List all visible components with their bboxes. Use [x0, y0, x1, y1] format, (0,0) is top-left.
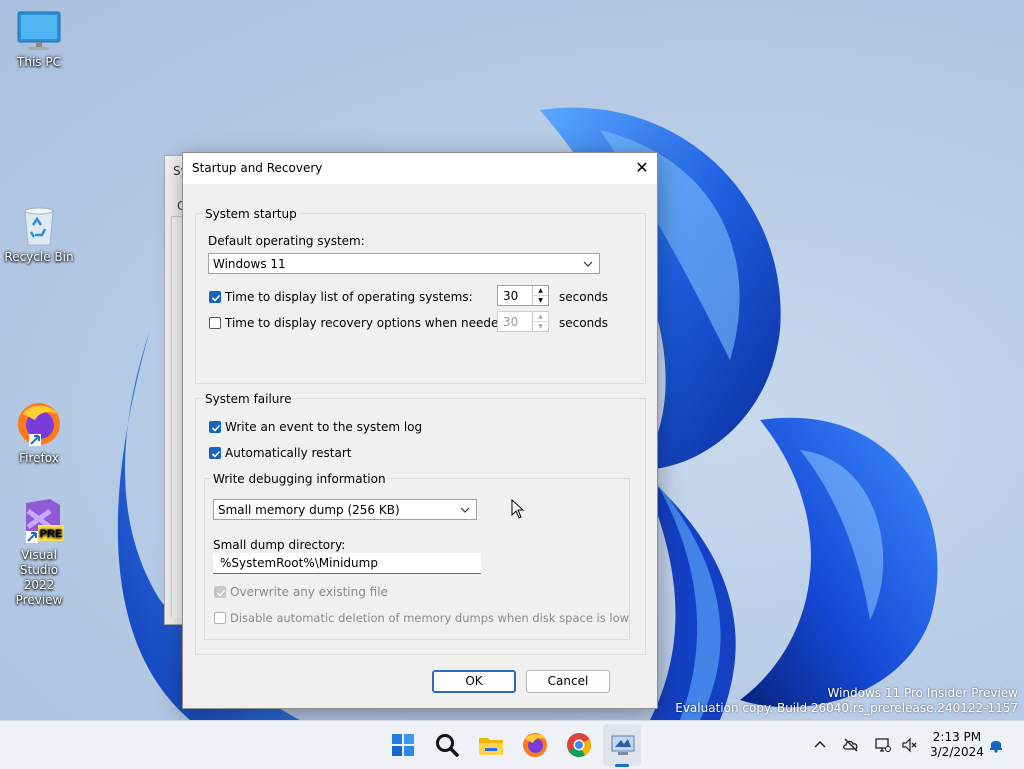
dump-dir-input[interactable]: %SystemRoot%\Minidump [213, 553, 481, 574]
display-recovery-seconds-value: 30 [503, 315, 519, 329]
pre-badge: PRE [40, 528, 63, 540]
network-icon[interactable] [875, 737, 891, 753]
desktop-icon-recycle-bin[interactable]: Recycle Bin [1, 205, 77, 265]
display-recovery-label: Time to display recovery options when ne… [225, 316, 511, 330]
notification-bell-icon[interactable] [988, 737, 1004, 753]
chevron-down-icon [460, 507, 470, 513]
search-icon[interactable] [433, 731, 461, 759]
spin-up-button[interactable]: ▲ [533, 286, 548, 296]
clock-time: 2:13 PM [932, 730, 982, 744]
chevron-down-icon [583, 261, 593, 267]
checkmark-icon [216, 589, 226, 597]
debug-type-value: Small memory dump (256 KB) [218, 503, 400, 517]
clock-date: 3/2/2024 [930, 745, 984, 759]
desktop-icon-this-pc[interactable]: This PC [1, 10, 77, 70]
checkmark-icon [211, 294, 221, 302]
desktop-icon-visual-studio[interactable]: PRE Visual Studio 2022 Preview [1, 497, 77, 608]
startup-recovery-dialog: Startup and Recovery ✕ System startup De… [182, 152, 658, 709]
mouse-cursor [511, 499, 525, 519]
system-startup-label: System startup [203, 207, 299, 221]
display-list-seconds-spinner[interactable]: 30 ▲ ▼ [497, 285, 549, 306]
display-recovery-unit: seconds [559, 316, 609, 330]
volume-muted-icon[interactable] [901, 737, 917, 753]
close-button[interactable]: ✕ [627, 153, 657, 183]
display-list-checkbox[interactable] [209, 291, 221, 303]
desktop-icon-label: Recycle Bin [4, 250, 74, 264]
dialog-title: Startup and Recovery [192, 161, 323, 175]
firefox-icon[interactable] [521, 731, 549, 759]
evaluation-watermark: Windows 11 Pro Insider Preview Evaluatio… [675, 686, 1018, 716]
checkmark-icon [211, 450, 221, 458]
display-recovery-seconds-spinner: 30 ▲ ▼ [497, 311, 549, 332]
auto-restart-label: Automatically restart [225, 446, 352, 460]
overwrite-checkbox [214, 586, 226, 598]
auto-restart-checkbox[interactable] [209, 447, 221, 459]
disable-auto-delete-label: Disable automatic deletion of memory dum… [230, 611, 630, 625]
overwrite-label: Overwrite any existing file [230, 585, 388, 599]
debugging-info-label: Write debugging information [211, 472, 388, 486]
write-event-label: Write an event to the system log [225, 420, 423, 434]
spin-down-button: ▼ [538, 323, 543, 330]
file-explorer-icon[interactable] [477, 731, 505, 759]
active-app-indicator [615, 764, 629, 767]
debug-type-select[interactable]: Small memory dump (256 KB) [213, 499, 477, 520]
monitor-icon [17, 11, 61, 50]
dialog-titlebar[interactable]: Startup and Recovery ✕ [183, 153, 657, 184]
clock[interactable]: 2:13 PM 3/2/2024 [930, 730, 984, 760]
dump-dir-label: Small dump directory: [213, 538, 346, 552]
default-os-value: Windows 11 [213, 257, 286, 271]
system-properties-icon[interactable] [609, 731, 637, 759]
chrome-icon[interactable] [565, 731, 593, 759]
watermark-line2: Evaluation copy. Build 26040.rs_prerelea… [675, 701, 1018, 715]
write-event-checkbox[interactable] [209, 421, 221, 433]
spin-down-button[interactable]: ▼ [533, 296, 548, 305]
display-recovery-checkbox[interactable] [209, 317, 221, 329]
desktop-icon-label: Firefox [19, 451, 59, 465]
watermark-line1: Windows 11 Pro Insider Preview [827, 686, 1018, 700]
dump-dir-value: %SystemRoot%\Minidump [220, 556, 378, 570]
chevron-up-icon[interactable] [812, 737, 828, 753]
onedrive-offline-icon[interactable] [843, 737, 859, 753]
display-list-seconds-value: 30 [503, 289, 519, 303]
desktop-icon-label: Visual Studio [19, 548, 59, 577]
desktop-icon-label: This PC [17, 55, 61, 69]
system-failure-label: System failure [203, 392, 294, 406]
display-list-label: Time to display list of operating system… [225, 290, 473, 304]
desktop-icon-firefox[interactable]: Firefox [1, 400, 77, 466]
default-os-select[interactable]: Windows 11 [208, 253, 600, 274]
disable-auto-delete-checkbox [214, 612, 226, 624]
ok-button[interactable]: OK [432, 670, 516, 693]
desktop-icon-label: 2022 Preview [15, 578, 63, 607]
default-os-label: Default operating system: [208, 234, 365, 248]
cancel-button[interactable]: Cancel [526, 670, 610, 693]
checkmark-icon [211, 424, 221, 432]
close-icon: ✕ [635, 158, 649, 177]
recycle-bin-icon [24, 207, 54, 246]
taskbar: 2:13 PM 3/2/2024 [0, 720, 1024, 769]
spin-up-button: ▲ [533, 312, 548, 322]
display-list-unit: seconds [559, 290, 609, 304]
start-icon[interactable] [389, 731, 417, 759]
visual-studio-icon: PRE [26, 499, 64, 543]
firefox-icon [18, 403, 60, 446]
